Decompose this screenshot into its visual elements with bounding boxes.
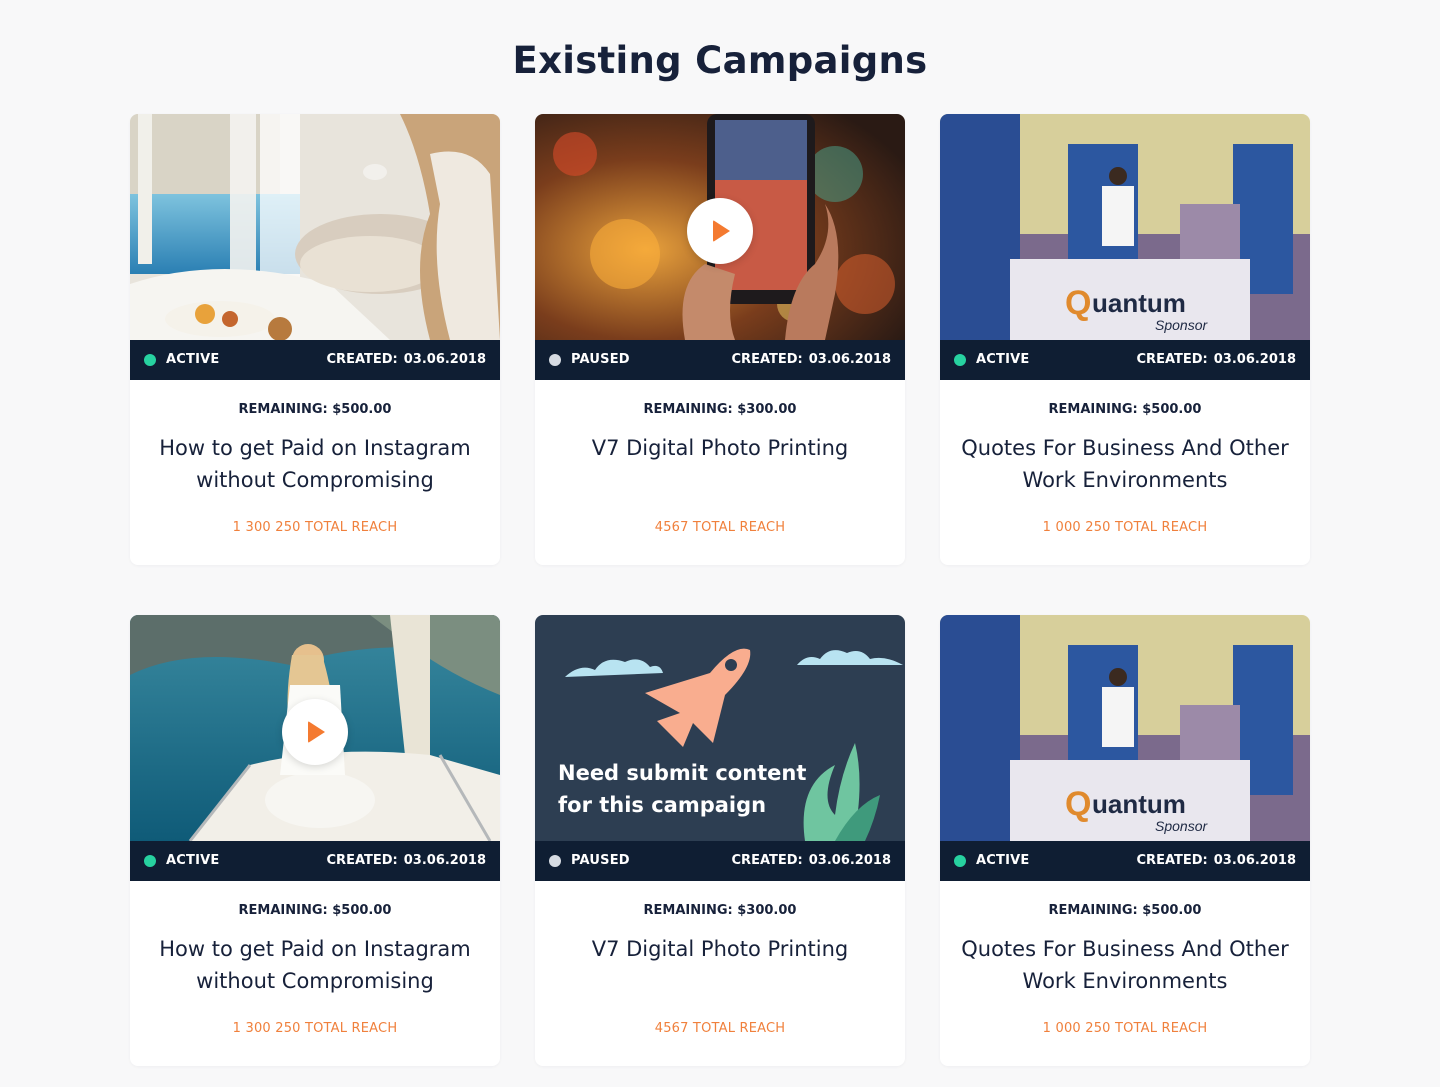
campaign-image-bed-breakfast [130,114,500,340]
status-bar: ACTIVE CREATED: 03.06.2018 [940,841,1310,881]
status-active-dot [144,855,156,867]
status-label: PAUSED [571,352,630,367]
total-reach: 4567 TOTAL REACH [654,520,786,535]
created-date: CREATED: 03.06.2018 [326,853,486,868]
status-paused-dot [549,354,561,366]
campaign-image-quantum-booth: Q uantum Sponsor [940,615,1310,841]
status-active-dot [144,354,156,366]
campaign-image-quantum-booth: Q uantum Sponsor [940,114,1310,340]
status-bar: ACTIVE CREATED: 03.06.2018 [940,340,1310,380]
campaign-card[interactable]: PAUSED CREATED: 03.06.2018 REMAINING: $30… [535,114,905,565]
remaining-budget: REMAINING: $500.00 [1048,903,1202,918]
total-reach: 1 000 250 TOTAL REACH [1042,520,1208,535]
total-reach: 1 300 250 TOTAL REACH [232,520,398,535]
created-date: CREATED: 03.06.2018 [326,352,486,367]
campaign-grid: ACTIVE CREATED: 03.06.2018 REMAINING: $50… [0,0,1440,1087]
status-bar: ACTIVE CREATED: 03.06.2018 [130,841,500,881]
campaign-card[interactable]: Q uantum Sponsor ACTIVE CREATED: 03.06.20… [940,114,1310,565]
remaining-budget: REMAINING: $500.00 [1048,402,1202,417]
campaign-title[interactable]: Quotes For Business And Other Work Envir… [960,432,1290,496]
created-date: CREATED: 03.06.2018 [1136,853,1296,868]
svg-text:Sponsor: Sponsor [1155,317,1208,333]
play-icon [308,721,325,743]
status-label: ACTIVE [166,853,220,868]
created-date: CREATED: 03.06.2018 [731,853,891,868]
campaign-title[interactable]: Quotes For Business And Other Work Envir… [960,933,1290,997]
campaign-title[interactable]: V7 Digital Photo Printing [555,432,885,464]
total-reach: 4567 TOTAL REACH [654,1021,786,1036]
status-bar: PAUSED CREATED: 03.06.2018 [535,841,905,881]
campaign-title[interactable]: V7 Digital Photo Printing [555,933,885,965]
total-reach: 1 000 250 TOTAL REACH [1042,1021,1208,1036]
status-paused-dot [549,855,561,867]
campaign-card[interactable]: ACTIVE CREATED: 03.06.2018 REMAINING: $50… [130,615,500,1066]
status-label: ACTIVE [166,352,220,367]
remaining-budget: REMAINING: $500.00 [238,903,392,918]
status-bar: PAUSED CREATED: 03.06.2018 [535,340,905,380]
play-video-button[interactable] [282,699,348,765]
campaign-card[interactable]: Need submit content for this campaign PA… [535,615,905,1066]
remaining-budget: REMAINING: $300.00 [643,402,797,417]
total-reach: 1 300 250 TOTAL REACH [232,1021,398,1036]
remaining-budget: REMAINING: $500.00 [238,402,392,417]
status-bar: ACTIVE CREATED: 03.06.2018 [130,340,500,380]
svg-text:uantum: uantum [1092,789,1186,819]
campaign-title[interactable]: How to get Paid on Instagram without Com… [150,933,480,997]
submit-content-prompt: Need submit content for this campaign [558,761,807,817]
campaign-card[interactable]: ACTIVE CREATED: 03.06.2018 REMAINING: $50… [130,114,500,565]
play-video-button[interactable] [687,198,753,264]
status-label: ACTIVE [976,853,1030,868]
campaign-card[interactable]: Q uantum Sponsor ACTIVE CREATED: 03.06.20… [940,615,1310,1066]
campaign-title[interactable]: How to get Paid on Instagram without Com… [150,432,480,496]
remaining-budget: REMAINING: $300.00 [643,903,797,918]
created-date: CREATED: 03.06.2018 [731,352,891,367]
play-icon [713,220,730,242]
status-label: ACTIVE [976,352,1030,367]
status-active-dot [954,855,966,867]
status-label: PAUSED [571,853,630,868]
svg-text:Q: Q [1065,785,1091,823]
svg-text:Q: Q [1065,284,1091,322]
status-active-dot [954,354,966,366]
created-date: CREATED: 03.06.2018 [1136,352,1296,367]
svg-text:Sponsor: Sponsor [1155,818,1208,834]
svg-text:uantum: uantum [1092,288,1186,318]
